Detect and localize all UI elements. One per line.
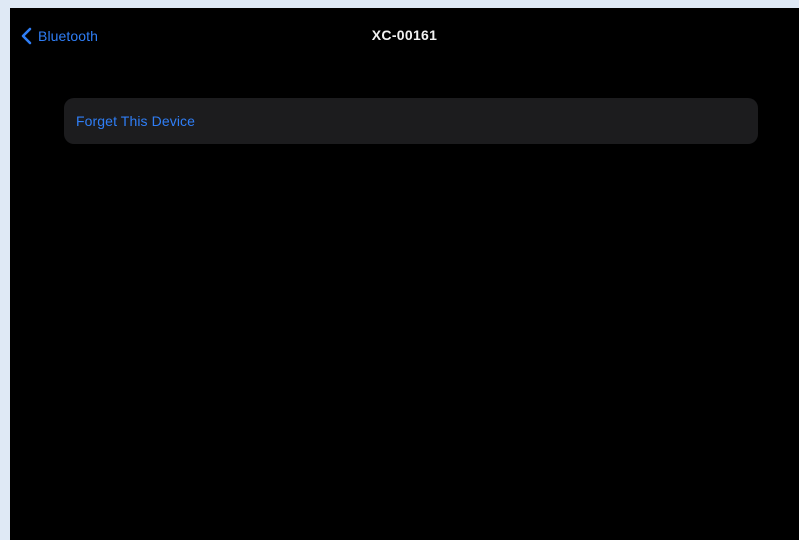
page-title: XC-00161: [371, 27, 438, 43]
device-settings-screen: Bluetooth XC-00161 Forget This Device: [10, 8, 799, 540]
forget-device-button[interactable]: Forget This Device: [64, 98, 758, 144]
forget-device-label: Forget This Device: [76, 113, 196, 129]
navigation-bar: Bluetooth XC-00161: [10, 8, 799, 66]
